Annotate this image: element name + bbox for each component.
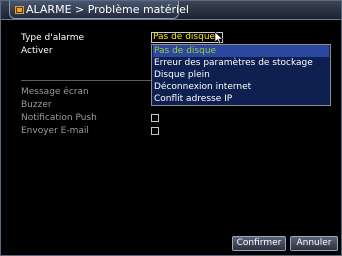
push-notification-label: Notification Push: [21, 113, 97, 123]
buzzer-label: Buzzer: [21, 100, 52, 110]
screen-message-label: Message écran: [21, 87, 89, 97]
alarm-type-dropdown-list: Pas de disque Erreur des paramètres de s…: [151, 44, 331, 106]
dropdown-option[interactable]: Déconnexion internet: [153, 81, 329, 93]
alarm-type-label: Type d'alarme: [21, 33, 85, 43]
dropdown-option[interactable]: Conflit adresse IP: [153, 93, 329, 105]
window-title: ALARME > Problème matériel: [26, 3, 189, 16]
dropdown-option[interactable]: Erreur des paramètres de stockage: [153, 57, 329, 69]
send-email-label: Envoyer E-mail: [21, 126, 89, 136]
enable-label: Activer: [21, 46, 53, 56]
dropdown-option[interactable]: Pas de disque: [153, 45, 329, 57]
dropdown-option[interactable]: Disque plein: [153, 69, 329, 81]
alarm-settings-window: ALARME > Problème matériel Type d'alarme…: [0, 0, 342, 256]
alarm-type-select[interactable]: Pas de disque: [151, 32, 223, 43]
confirm-button[interactable]: Confirmer: [232, 236, 286, 251]
cancel-button[interactable]: Annuler: [290, 236, 338, 251]
send-email-checkbox[interactable]: [151, 127, 159, 135]
push-notification-checkbox[interactable]: [151, 114, 159, 122]
folder-icon: [15, 6, 24, 14]
title-bar: ALARME > Problème matériel: [1, 1, 341, 20]
mouse-pointer-icon: [215, 32, 223, 44]
